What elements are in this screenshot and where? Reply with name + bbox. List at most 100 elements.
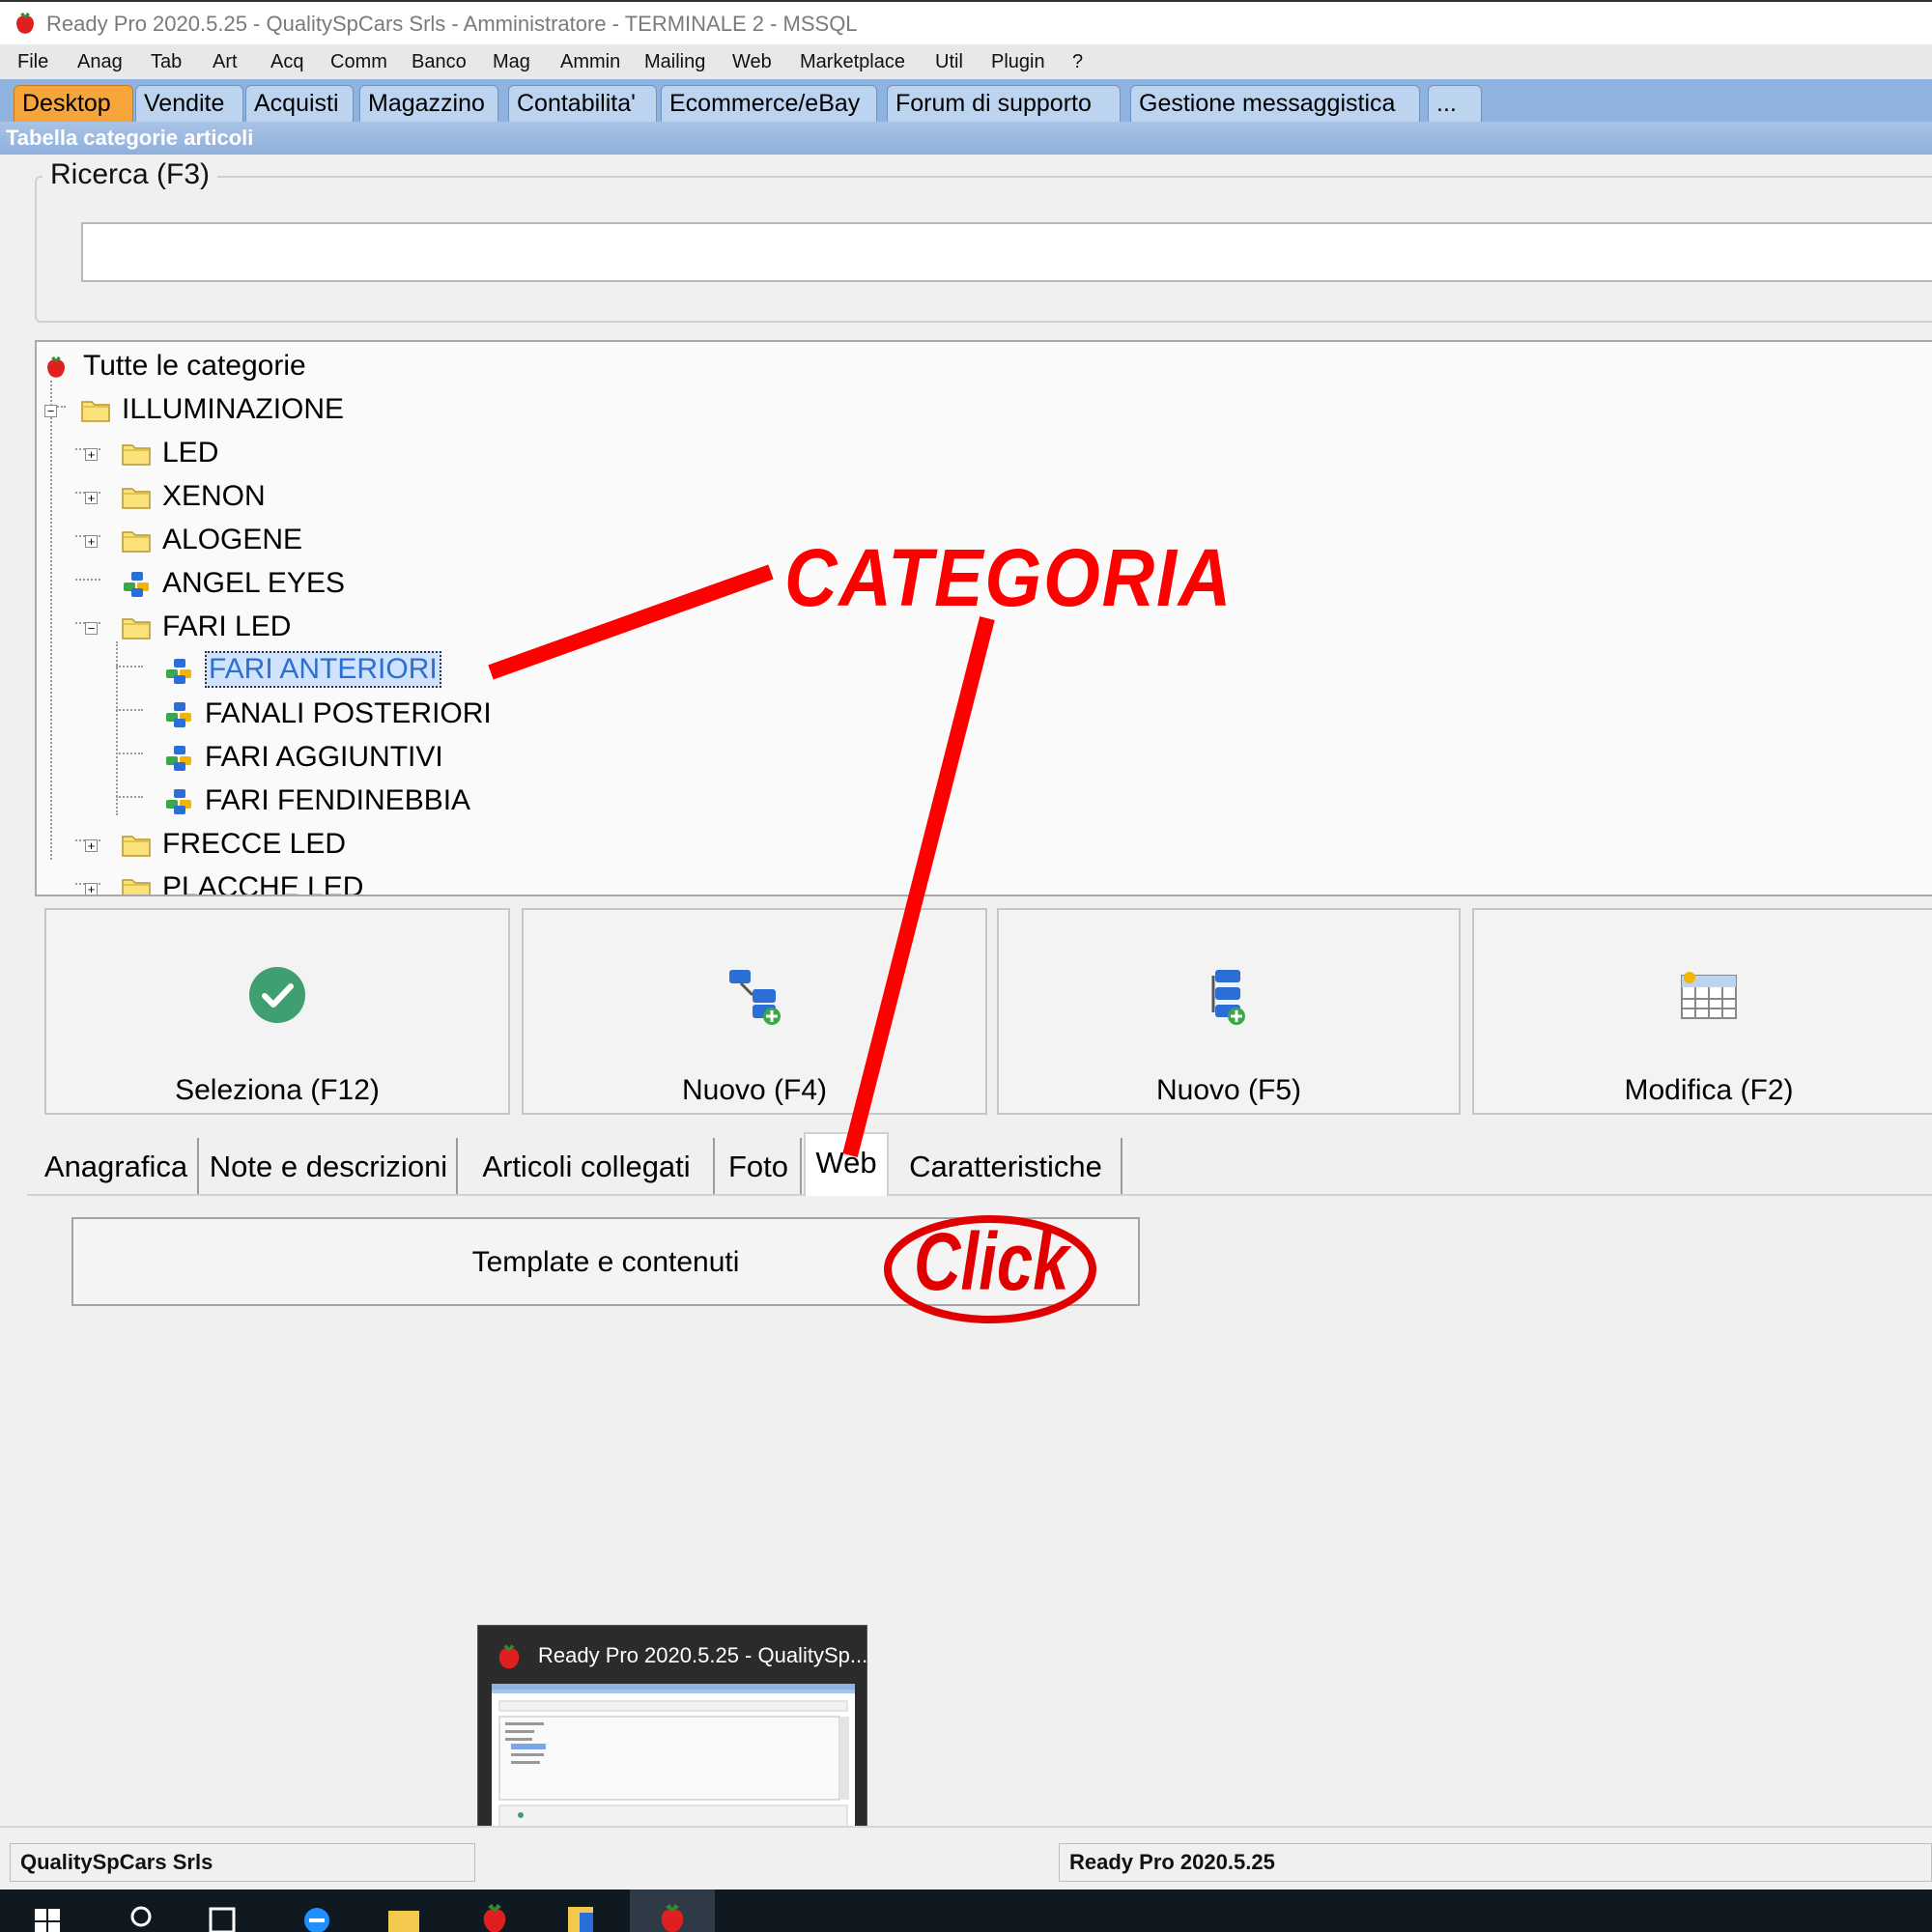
detail-tab[interactable]: Anagrafica — [35, 1138, 199, 1194]
ribbon-tab[interactable]: ... — [1428, 85, 1482, 122]
menu-item[interactable]: Ammin — [560, 51, 620, 73]
check-icon — [249, 967, 305, 1023]
category-icon — [122, 571, 151, 606]
app-taskbar-icon[interactable] — [560, 1895, 603, 1932]
annotation-category-text: CATEGORIA — [784, 532, 1234, 623]
expand-icon[interactable]: + — [85, 883, 98, 895]
menu-item[interactable]: Plugin — [991, 51, 1045, 73]
tree-node-label: FARI FENDINEBBIA — [205, 784, 471, 816]
search-input[interactable] — [81, 222, 1932, 282]
menu-item[interactable]: File — [17, 51, 48, 73]
folder-icon — [122, 440, 151, 473]
folder-icon — [122, 614, 151, 647]
menu-bar: File Anag Tab Art Acq Comm Banco Mag Ammin Mailin… — [0, 44, 1932, 80]
ribbon-tab[interactable]: Ecommerce/eBay — [661, 85, 877, 122]
tree-node[interactable]: FARI ANTERIORI — [37, 650, 1932, 689]
tree-node[interactable]: FANALI POSTERIORI — [37, 694, 1932, 732]
ribbon-tab[interactable]: Contabilita' — [508, 85, 657, 122]
ribbon-tab[interactable]: Gestione messaggistica — [1130, 85, 1420, 122]
edit-button-label: Modifica (F2) — [1624, 1074, 1794, 1106]
new-f5-button-label: Nuovo (F5) — [1155, 1074, 1302, 1106]
tree-node-label: PLACCHE LED — [162, 871, 364, 896]
annotation-click-text: Click — [914, 1216, 1069, 1307]
ribbon-tab[interactable]: Desktop — [14, 85, 133, 122]
search-icon[interactable] — [120, 1895, 162, 1932]
category-icon — [164, 658, 193, 693]
windows-start-icon[interactable] — [27, 1895, 70, 1932]
status-company: QualitySpCars Srls — [20, 1850, 213, 1874]
tree-node[interactable]: + PLACCHE LED — [37, 867, 1932, 896]
folder-icon — [81, 397, 110, 430]
status-bar: QualitySpCars Srls Ready Pro 2020.5.25 — [0, 1826, 1932, 1889]
expand-icon[interactable]: + — [85, 535, 98, 548]
ready-pro-taskbar-icon[interactable] — [473, 1895, 516, 1932]
edit-button[interactable]: Modifica (F2) — [1472, 908, 1932, 1115]
select-button[interactable]: Seleziona (F12) — [44, 908, 510, 1115]
expand-icon[interactable]: + — [85, 448, 98, 461]
collapse-icon[interactable]: − — [44, 405, 57, 417]
menu-item[interactable]: Marketplace — [800, 51, 905, 73]
search-label: Ricerca (F3) — [43, 158, 218, 191]
expand-icon[interactable]: + — [85, 839, 98, 852]
strawberry-logo-icon — [661, 1904, 684, 1932]
strawberry-logo-icon — [43, 354, 70, 388]
tree-node[interactable]: − ILLUMINAZIONE — [37, 389, 1932, 428]
tree-node-label: ALOGENE — [162, 524, 303, 555]
window-caption: Tabella categorie articoli — [0, 122, 1932, 155]
edit-table-icon — [1681, 972, 1737, 1019]
ribbon-tab[interactable]: Forum di supporto — [887, 85, 1121, 122]
ribbon-tab[interactable]: Acquisti — [245, 85, 354, 122]
title-bar: Ready Pro 2020.5.25 - QualitySpCars Srls… — [0, 0, 1932, 44]
tree-node-label: ANGEL EYES — [162, 567, 345, 599]
strawberry-logo-icon — [498, 1644, 520, 1669]
tree-node-label: FANALI POSTERIORI — [205, 697, 492, 729]
ribbon-tab[interactable]: Vendite — [135, 85, 243, 122]
menu-item[interactable]: Comm — [330, 51, 387, 73]
add-category-icon — [1211, 970, 1245, 1025]
ready-pro-active-task[interactable] — [630, 1889, 715, 1932]
detail-tab[interactable]: Web — [804, 1132, 889, 1196]
new-f4-button-label: Nuovo (F4) — [681, 1074, 828, 1106]
detail-tab[interactable]: Foto — [717, 1138, 802, 1194]
tree-node-label: Tutte le categorie — [83, 350, 306, 382]
folder-icon — [122, 527, 151, 560]
folder-icon — [122, 832, 151, 865]
menu-item[interactable]: Banco — [412, 51, 467, 73]
menu-item[interactable]: Art — [213, 51, 238, 73]
tree-node[interactable]: + LED — [37, 433, 1932, 471]
folder-icon — [122, 875, 151, 895]
tree-node[interactable]: FARI FENDINEBBIA — [37, 781, 1932, 819]
internet-explorer-icon[interactable] — [296, 1895, 338, 1932]
tree-node-label: FARI LED — [162, 611, 292, 642]
new-f4-button[interactable]: Nuovo (F4) — [522, 908, 987, 1115]
menu-item[interactable]: Tab — [151, 51, 182, 73]
tree-node[interactable]: + FRECCE LED — [37, 824, 1932, 863]
menu-item[interactable]: Anag — [77, 51, 123, 73]
status-version: Ready Pro 2020.5.25 — [1069, 1850, 1275, 1874]
file-explorer-icon[interactable] — [383, 1895, 425, 1932]
detail-tab[interactable]: Articoli collegati — [460, 1138, 715, 1194]
menu-item[interactable]: ? — [1072, 51, 1083, 73]
new-f5-button[interactable]: Nuovo (F5) — [997, 908, 1461, 1115]
status-company-panel: QualitySpCars Srls — [10, 1843, 475, 1882]
menu-item[interactable]: Mag — [493, 51, 530, 73]
menu-item[interactable]: Web — [732, 51, 772, 73]
status-version-panel: Ready Pro 2020.5.25 — [1059, 1843, 1932, 1882]
menu-item[interactable]: Mailing — [644, 51, 705, 73]
detail-tab[interactable]: Note e descrizioni — [201, 1138, 458, 1194]
task-view-icon[interactable] — [201, 1895, 243, 1932]
expand-icon[interactable]: + — [85, 492, 98, 504]
tree-node[interactable]: + XENON — [37, 476, 1932, 515]
menu-item[interactable]: Acq — [270, 51, 303, 73]
tree-node-label: ILLUMINAZIONE — [122, 393, 345, 425]
detail-tab[interactable]: Caratteristiche — [891, 1138, 1122, 1194]
ribbon-tab[interactable]: Magazzino — [359, 85, 498, 122]
tree-node[interactable]: FARI AGGIUNTIVI — [37, 737, 1932, 776]
strawberry-logo-icon — [16, 13, 34, 34]
caption-text: Tabella categorie articoli — [6, 126, 254, 150]
add-subcategory-icon — [729, 970, 781, 1025]
tree-node-label: XENON — [162, 480, 266, 512]
menu-item[interactable]: Util — [935, 51, 963, 73]
thumbnail-title: Ready Pro 2020.5.25 - QualitySp... — [538, 1643, 868, 1667]
collapse-icon[interactable]: − — [85, 622, 98, 635]
